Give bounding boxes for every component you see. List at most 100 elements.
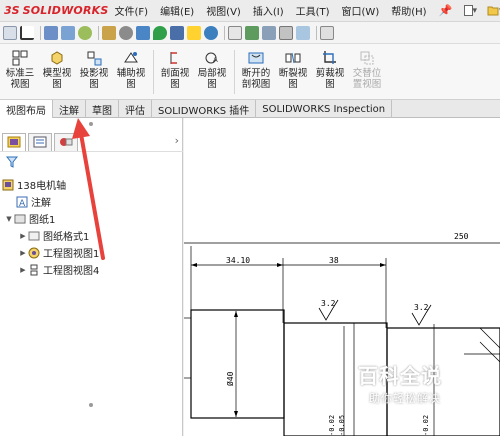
filter-icon[interactable]	[5, 156, 19, 171]
break-view-icon	[285, 50, 301, 66]
tree-item-annotation[interactable]: A 注解	[0, 193, 183, 210]
menu-insert[interactable]: 插入(I)	[247, 3, 290, 18]
ribbon-model-view-button[interactable]: 模型视图	[39, 50, 75, 90]
tree-item-drawing-view-1[interactable]: ▶ 工程图视图1	[0, 244, 183, 261]
configuration-tab[interactable]	[54, 132, 78, 151]
ribbon-button-label: 断裂视图	[278, 68, 308, 90]
sheet-format-icon	[28, 230, 40, 242]
ribbon-detail-view-button[interactable]: A 局部视图	[194, 50, 230, 90]
svg-text:A: A	[213, 56, 218, 64]
tab-sketch[interactable]: 草图	[86, 100, 119, 118]
light-icon[interactable]	[187, 25, 201, 40]
tree-item-label: 注解	[31, 198, 51, 209]
cube-icon[interactable]	[136, 25, 150, 40]
crop-view-icon	[322, 50, 338, 66]
tree-icon[interactable]	[245, 25, 259, 40]
ribbon-standard-3view-button[interactable]: 标准三视图	[2, 50, 38, 90]
pin-icon[interactable]: 📌	[439, 4, 453, 17]
app-logo-text: SOLIDWORKS	[22, 4, 109, 17]
open-document-icon[interactable]: ▾	[484, 3, 500, 19]
view-orientation-icon[interactable]	[44, 25, 58, 40]
tab-evaluate[interactable]: 评估	[119, 100, 152, 118]
menu-edit[interactable]: 编辑(E)	[154, 3, 200, 18]
ribbon-button-label: 断开的剖视图	[241, 68, 271, 90]
view-toolbar	[0, 22, 500, 44]
panel-resize-handle[interactable]	[89, 403, 93, 407]
globe-icon[interactable]	[78, 25, 92, 40]
network-icon[interactable]	[61, 25, 75, 40]
zoom-fit-icon[interactable]	[3, 25, 17, 40]
roughness-2-text: 3.2	[414, 303, 429, 312]
menu-file[interactable]: 文件(F)	[109, 3, 155, 18]
binoculars-icon[interactable]	[228, 25, 242, 40]
diameter-text: Ø40	[225, 371, 235, 386]
detail-view-icon: A	[204, 50, 220, 66]
tab-addins[interactable]: SOLIDWORKS 插件	[152, 100, 257, 118]
tree-item-label: 工程图视图1	[43, 249, 100, 260]
ribbon-separator	[234, 50, 235, 94]
tree-item-label: 图纸格式1	[43, 232, 90, 243]
ribbon-broken-out-section-button[interactable]: 断开的剖视图	[238, 50, 274, 90]
chevron-right-icon[interactable]: ▶	[18, 249, 28, 257]
watermark-logo: 百科全说 助你轻松解决	[358, 360, 464, 408]
feature-tree-tab[interactable]	[2, 132, 26, 151]
tolerance-3-text: -0.02	[422, 415, 430, 436]
chevron-right-icon[interactable]: ▶	[18, 266, 28, 274]
section-view-icon	[167, 50, 183, 66]
ribbon-auxiliary-view-button[interactable]: 辅助视图	[113, 50, 149, 90]
ribbon-section-view-button[interactable]: 剖面视图	[157, 50, 193, 90]
tree-root[interactable]: 138电机轴	[0, 176, 183, 193]
tab-inspection[interactable]: SOLIDWORKS Inspection	[256, 100, 393, 118]
sheet-icon	[14, 213, 26, 225]
menu-bar: 3S SOLIDWORKS 文件(F) 编辑(E) 视图(V) 插入(I) 工具…	[0, 0, 500, 22]
ribbon-crop-view-button[interactable]: 剪裁视图	[312, 50, 348, 90]
annotation-icon: A	[16, 196, 28, 209]
tree-item-drawing-view-4[interactable]: ▶ 工程图视图4	[0, 261, 183, 278]
menu-tools[interactable]: 工具(T)	[290, 3, 336, 18]
panel-drag-handle[interactable]	[89, 122, 93, 126]
chevron-right-icon[interactable]: ▶	[18, 232, 28, 240]
tree-item-sheet[interactable]: ▼ 图纸1	[0, 210, 183, 227]
ribbon-break-view-button[interactable]: 断裂视图	[275, 50, 311, 90]
watermark-title: 百科全说	[358, 364, 442, 388]
ribbon-projected-view-button[interactable]: 投影视图	[76, 50, 112, 90]
ribbon-button-label: 剖面视图	[160, 68, 190, 90]
menu-view[interactable]: 视图(V)	[200, 3, 247, 18]
dim-b-text: 38	[329, 256, 339, 265]
auxiliary-view-icon	[123, 50, 139, 66]
watermark-subtitle: 助你轻松解决	[369, 392, 441, 405]
model-view-icon	[49, 50, 65, 66]
printer-icon[interactable]	[279, 25, 293, 40]
ribbon-button-label: 标准三视图	[5, 68, 35, 90]
command-manager: 标准三视图 模型视图 投影视图 辅助视图 剖面视图 A 局部视图 断开的剖视图 断裂视图 剪裁视图…	[0, 44, 500, 100]
drawing-document-icon	[2, 179, 14, 191]
section-icon[interactable]	[170, 25, 184, 40]
table-icon[interactable]	[320, 25, 334, 40]
location-icon[interactable]	[153, 25, 167, 40]
chevron-right-icon[interactable]: ›	[175, 134, 179, 147]
drawing-view-icon	[28, 247, 40, 259]
ds-logo-icon: 3S	[4, 4, 20, 17]
tab-annotation[interactable]: 注解	[53, 100, 86, 118]
tab-view-layout[interactable]: 视图布局	[0, 100, 53, 118]
solidworks-logo[interactable]: 3S SOLIDWORKS	[0, 4, 109, 17]
chevron-down-icon[interactable]: ▼	[4, 215, 14, 223]
property-manager-tab[interactable]	[28, 132, 52, 151]
sketch-corner-icon[interactable]	[20, 25, 34, 40]
appearance-icon[interactable]	[204, 25, 218, 40]
ribbon-alternate-position-button[interactable]: 交替位置视图	[349, 50, 385, 90]
tolerance-2-text: -0.05	[338, 415, 346, 436]
ribbon-button-label: 投影视图	[79, 68, 109, 90]
image-icon[interactable]	[296, 25, 310, 40]
feature-tree: 138电机轴 A 注解 ▼ 图纸1 ▶ 图纸格式1 ▶ 工程图视图1 ▶ 工程图…	[0, 176, 183, 278]
ribbon-button-label: 剪裁视图	[315, 68, 345, 90]
new-document-icon[interactable]: ▾	[459, 3, 481, 19]
layers-icon[interactable]	[262, 25, 276, 40]
tree-item-sheet-format[interactable]: ▶ 图纸格式1	[0, 227, 183, 244]
menu-help[interactable]: 帮助(H)	[385, 3, 432, 18]
display-style-icon[interactable]	[119, 25, 133, 40]
standard-3view-icon	[12, 50, 28, 66]
gear-icon[interactable]	[102, 25, 116, 40]
menu-window[interactable]: 窗口(W)	[336, 3, 386, 18]
tolerance-1-text: -0.02	[328, 415, 336, 436]
